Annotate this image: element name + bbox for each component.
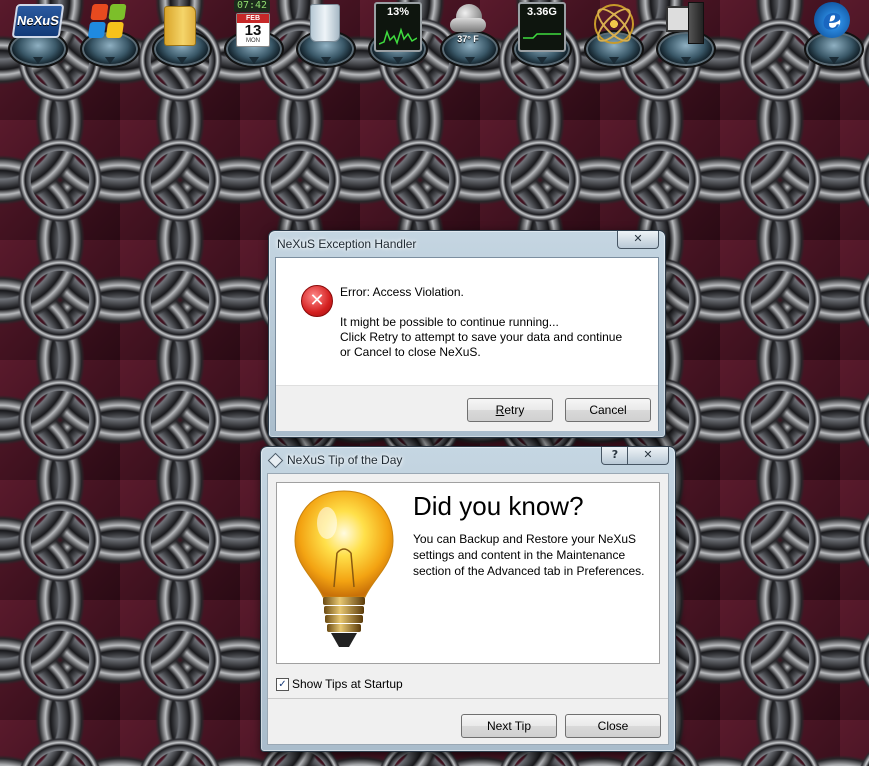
dock-item-calendar[interactable]: 07:42 FEB 13 MON [220,0,284,70]
dock-item-recycle-bin[interactable] [292,0,356,70]
memory-meter-icon: 3.36G [518,2,566,52]
dock-item-start[interactable] [76,0,140,70]
exception-dialog-body: ✕ Error: Access Violation. It might be p… [275,257,659,431]
atom-icon [594,4,634,44]
error-detail-line: or Cancel to close NeXuS. [340,345,481,359]
exception-dialog-close-button[interactable]: ✕ [617,231,659,249]
calendar-day: 13 [244,22,262,39]
dock-item-atom[interactable] [580,0,644,70]
nexus-logo-icon: NeXuS [11,4,65,38]
close-button[interactable]: Close [565,714,661,738]
show-tips-label[interactable]: Show Tips at Startup [292,677,403,691]
lightbulb-icon [294,490,394,647]
retry-button[interactable]: Retry [467,398,553,422]
internet-explorer-icon: e [814,2,850,38]
computer-icon [666,2,704,44]
tip-heading: Did you know? [413,491,584,521]
calendar-weekday: MON [246,38,260,44]
dock-item-weather[interactable]: 37° F [436,0,500,70]
dock-item-cpu-meter[interactable]: 13% [364,0,428,70]
tip-text: You can Backup and Restore your NeXuS se… [413,532,645,578]
dock-item-folder[interactable] [148,0,212,70]
weather-icon: 37° F [448,2,488,48]
diamond-icon [267,452,284,469]
recycle-bin-icon [310,4,340,42]
tip-dialog-body: Did you know? You can Backup and Restore… [267,473,669,745]
cpu-value: 13% [386,6,410,18]
show-tips-checkbox[interactable]: ✓ [276,678,289,691]
exception-handler-dialog: NeXuS Exception Handler ✕ ✕ Error: Acces… [268,230,666,438]
error-message: Error: Access Violation. [340,285,464,299]
dock-item-internet-explorer[interactable]: e [800,0,864,70]
retry-label: etry [504,403,525,417]
memory-value: 3.36G [527,6,557,18]
cancel-button[interactable]: Cancel [565,398,651,422]
error-detail-line: Click Retry to attempt to save your data… [340,330,623,344]
error-detail-line: It might be possible to continue running… [340,315,559,329]
error-icon: ✕ [301,285,333,317]
exception-dialog-titlebar[interactable]: NeXuS Exception Handler ✕ [269,231,665,257]
cpu-meter-icon: 13% [374,2,422,52]
help-button[interactable]: ? [601,447,629,465]
tip-dialog-title: NeXuS Tip of the Day [287,453,403,467]
dock-item-nexus[interactable]: NeXuS [4,0,68,70]
tip-dialog-titlebar[interactable]: NeXuS Tip of the Day ? ✕ [261,447,675,473]
dock-item-memory-meter[interactable]: 3.36G [508,0,572,70]
next-tip-button[interactable]: Next Tip [461,714,557,738]
tip-of-the-day-dialog: NeXuS Tip of the Day ? ✕ Did you know? Y… [260,446,676,752]
folder-icon [164,6,196,46]
dock-item-computer[interactable] [652,0,716,70]
tip-panel: Did you know? You can Backup and Restore… [276,482,660,664]
calendar-icon: 07:42 FEB 13 MON [232,0,272,48]
exception-dialog-title: NeXuS Exception Handler [277,237,417,251]
temperature-readout: 37° F [457,34,479,44]
tip-dialog-close-button[interactable]: ✕ [627,447,669,465]
clock-readout: 07:42 [234,0,270,12]
windows-start-icon [87,4,128,40]
dock: NeXuS 07:42 FEB 13 MON 13% 37° F 3.36G e [0,0,869,72]
